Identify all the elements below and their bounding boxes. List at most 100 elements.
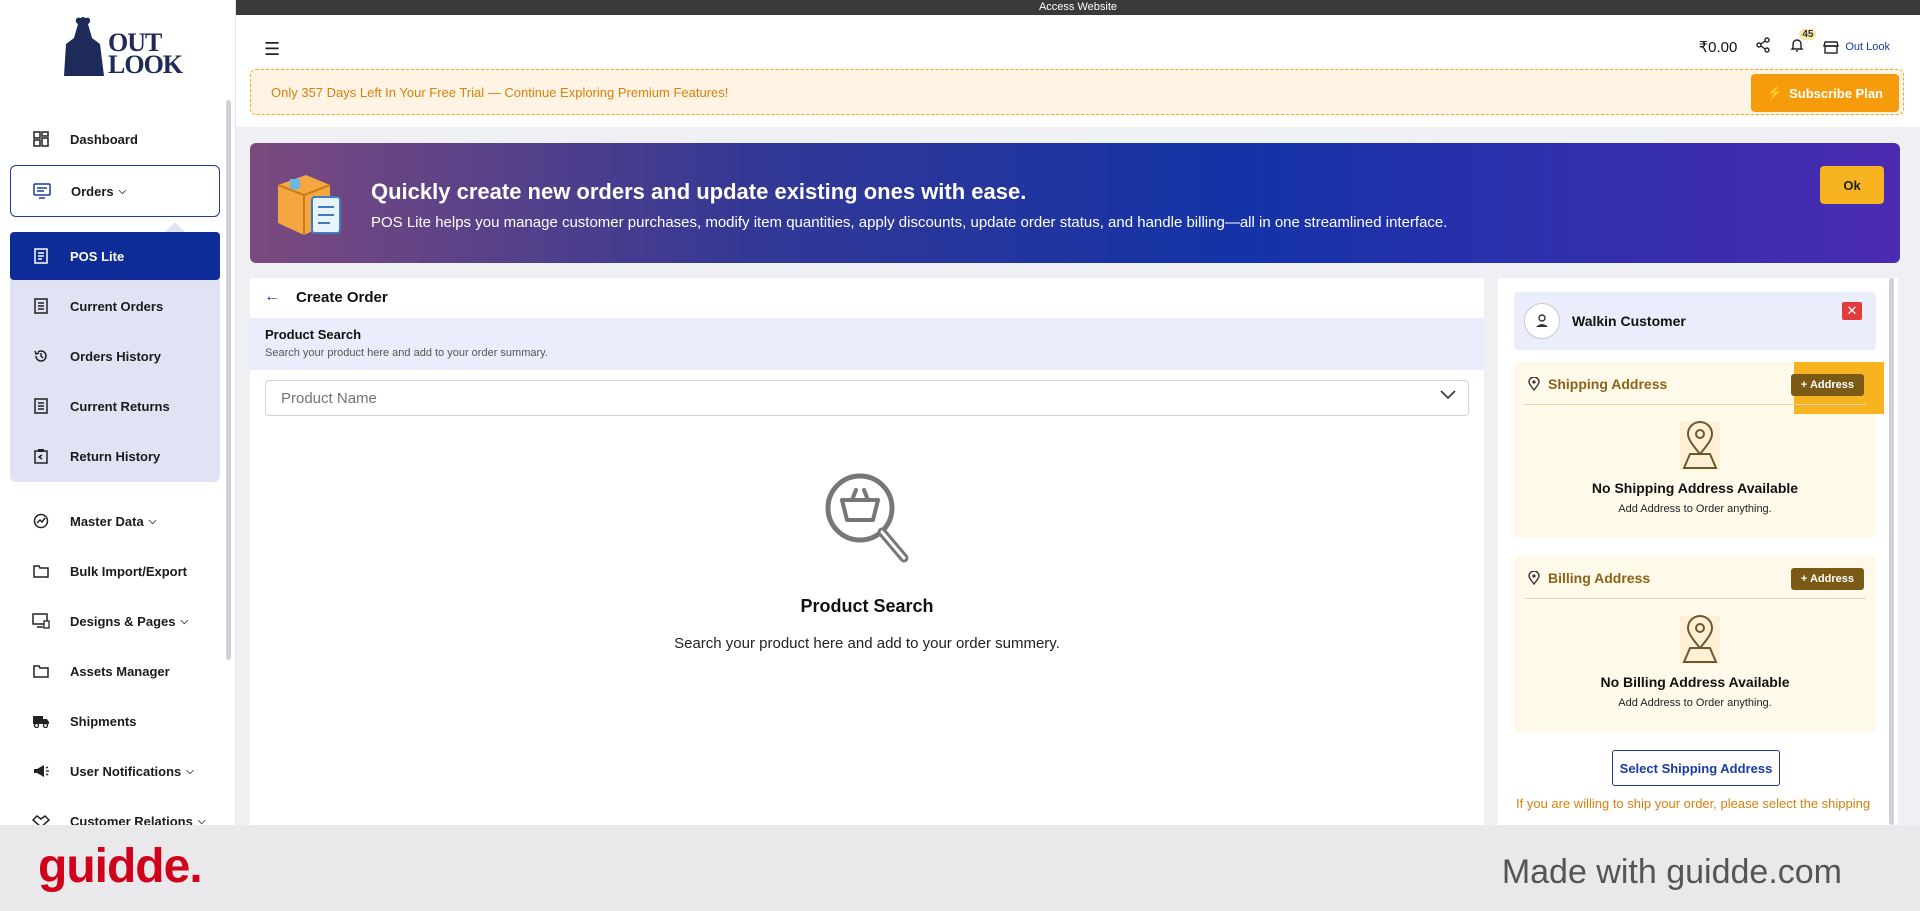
billing-address-card: Billing Address + Address No Billing Add… (1514, 556, 1876, 732)
chevron-down-icon[interactable] (1440, 390, 1456, 400)
map-pin-icon (1680, 615, 1720, 664)
shipping-address-title: Shipping Address (1548, 376, 1668, 392)
sidebar-item-label: Orders History (70, 348, 162, 364)
avatar (1524, 303, 1560, 339)
create-order-panel: ← Create Order Product Search Search you… (250, 278, 1484, 825)
guidde-logo: guidde. (38, 840, 203, 893)
folder-icon (32, 662, 50, 680)
hamburger-menu-icon[interactable]: ☰ (264, 39, 280, 60)
sidebar-item-label: Current Returns (70, 398, 170, 414)
billing-address-title: Billing Address (1548, 570, 1651, 586)
add-shipping-address-button[interactable]: + Address (1790, 374, 1864, 396)
sidebar-item-pos-lite[interactable]: POS Lite (10, 232, 220, 280)
sidebar-item-current-returns[interactable]: Current Returns (10, 382, 220, 430)
sidebar-item-assets-manager[interactable]: Assets Manager (10, 647, 220, 695)
product-search-title: Product Search (265, 327, 362, 342)
product-search-band: Product Search Search your product here … (250, 318, 1484, 370)
banner-title: Quickly create new orders and update exi… (371, 179, 1027, 204)
logo-text: OUT LOOK (108, 28, 183, 79)
megaphone-icon (32, 762, 50, 780)
chevron-down-icon: ⌵ (197, 815, 206, 826)
ok-button[interactable]: Ok (1820, 166, 1884, 204)
empty-state-title: Product Search (800, 596, 934, 616)
sidebar-item-return-history[interactable]: Return History (10, 432, 220, 480)
sidebar-item-dashboard[interactable]: Dashboard (10, 115, 220, 163)
product-name-input[interactable] (265, 380, 1469, 416)
panel-scrollbar[interactable] (1889, 278, 1894, 825)
master-data-icon (32, 512, 50, 530)
pos-lite-banner: Quickly create new orders and update exi… (250, 143, 1900, 263)
store-icon (1823, 41, 1840, 54)
add-billing-address-button[interactable]: + Address (1790, 568, 1864, 590)
lightning-icon: ⚡ (1766, 85, 1784, 100)
top-header: ☰ ₹0.00 45 Out Look Only 357 Days Left I… (236, 15, 1920, 127)
user-icon (1536, 314, 1548, 327)
guidde-footer: guidde. Made with guidde.com (0, 825, 1920, 911)
sidebar-item-label: Customer Relations (70, 813, 193, 826)
sidebar-item-label: Bulk Import/Export (70, 563, 188, 579)
sidebar-item-label: Dashboard (70, 131, 138, 147)
banner-subtitle: POS Lite helps you manage customer purch… (371, 214, 1448, 231)
sidebar-item-master-data[interactable]: Master Data ⌵ (10, 497, 220, 545)
chevron-down-icon: ⌵ (186, 765, 194, 777)
chevron-down-icon: ⌵ (118, 185, 127, 197)
dashboard-icon (32, 130, 50, 148)
sidebar-item-label: POS Lite (70, 248, 125, 264)
customer-card: Walkin Customer ✕ (1514, 292, 1876, 350)
shipping-note: If you are willing to ship your order, p… (1516, 796, 1871, 811)
shipping-address-hint: Add Address to Order anything. (1618, 503, 1772, 515)
sidebar-item-current-orders[interactable]: Current Orders (10, 282, 220, 330)
sidebar-item-user-notifications[interactable]: User Notifications ⌵ (10, 747, 220, 795)
location-pin-icon (1528, 571, 1540, 585)
no-shipping-address-text: No Shipping Address Available (1591, 480, 1799, 496)
close-icon[interactable]: ✕ (1842, 302, 1862, 320)
page-title: Create Order (296, 288, 388, 306)
subscribe-label: Subscribe Plan (1789, 85, 1883, 101)
notification-bell-icon[interactable]: 45 (1789, 29, 1817, 57)
list-icon (32, 297, 50, 315)
list-icon (32, 397, 50, 415)
notification-count-badge: 45 (1799, 29, 1817, 40)
sidebar-item-orders-history[interactable]: Orders History (10, 332, 220, 380)
handshake-icon (32, 812, 50, 825)
sidebar-item-customer-relations[interactable]: Customer Relations ⌵ (10, 797, 220, 825)
chevron-down-icon: ⌵ (148, 515, 157, 527)
access-website-bar[interactable]: Access Website (236, 0, 1920, 15)
made-with-text: Made with guidde.com (1501, 853, 1842, 891)
sidebar-item-label: Return History (70, 448, 161, 464)
dress-logo-icon (64, 17, 104, 76)
product-search-subtitle: Search your product here and add to your… (265, 347, 548, 359)
store-name: Out Look (1845, 41, 1890, 53)
sidebar-item-label: Shipments (70, 713, 137, 729)
map-pin-icon (1680, 421, 1720, 470)
chevron-down-icon: ⌵ (180, 615, 189, 627)
share-icon[interactable] (1755, 37, 1771, 57)
customer-panel: Walkin Customer ✕ Shipping Address + Add… (1498, 278, 1898, 825)
sidebar-item-shipments[interactable]: Shipments (10, 697, 220, 745)
billing-address-hint: Add Address to Order anything. (1618, 697, 1772, 709)
pos-icon (32, 247, 50, 265)
sidebar-item-label: Current Orders (70, 298, 164, 314)
subscribe-plan-button[interactable]: ⚡ Subscribe Plan (1750, 74, 1899, 112)
select-shipping-address-button[interactable]: Select Shipping Address (1612, 750, 1780, 786)
truck-icon (32, 712, 50, 730)
back-arrow-icon[interactable]: ← (264, 288, 280, 306)
designs-icon (32, 612, 50, 630)
sidebar-item-label: Assets Manager (70, 663, 170, 679)
history-icon (32, 347, 50, 365)
sidebar-item-label: Orders (71, 183, 114, 199)
store-switcher[interactable]: Out Look (1823, 39, 1890, 55)
sidebar-item-orders[interactable]: Orders ⌵ (10, 165, 220, 217)
shipping-address-card: Shipping Address + Address No Shipping A… (1514, 362, 1884, 538)
sidebar-item-bulk-import-export[interactable]: Bulk Import/Export (10, 547, 220, 595)
sidebar-item-designs-pages[interactable]: Designs & Pages ⌵ (10, 597, 220, 645)
return-icon (32, 447, 50, 465)
app-logo[interactable]: OUT LOOK (60, 14, 183, 84)
basket-search-icon (825, 473, 909, 563)
empty-state-subtitle: Search your product here and add to your… (674, 635, 1060, 652)
sidebar-scrollbar[interactable] (226, 100, 231, 660)
divider (1524, 404, 1866, 405)
header-actions: ₹0.00 45 Out Look (1699, 29, 1890, 57)
sidebar: OUT LOOK Dashboard Orders ⌵ POS Lite Cur… (0, 0, 236, 825)
sidebar-item-label: Master Data (70, 513, 144, 529)
